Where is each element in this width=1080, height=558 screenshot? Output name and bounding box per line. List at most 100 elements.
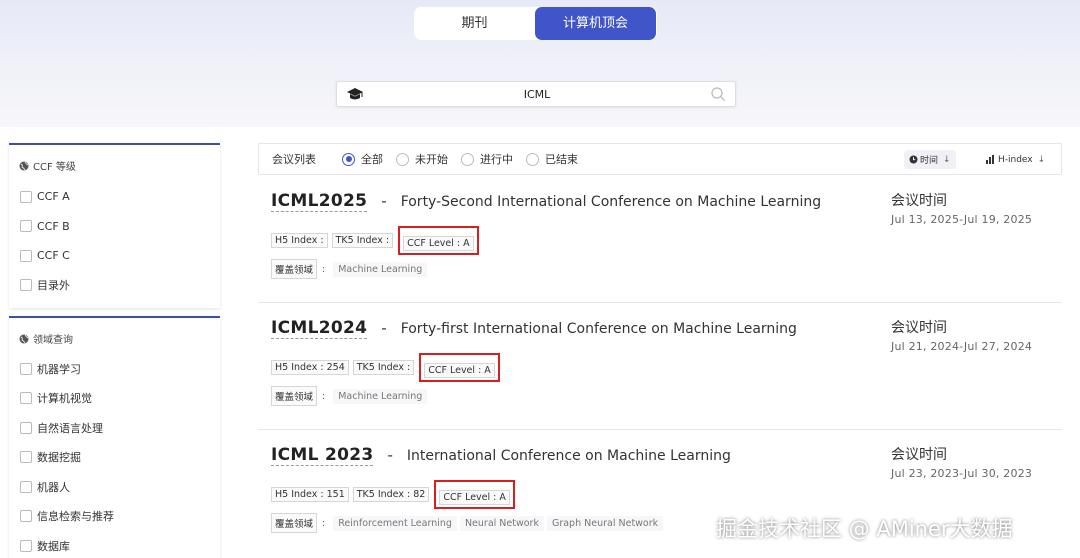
conference-abbr[interactable]: ICML2025	[271, 191, 368, 212]
sort-hindex-label: H-index	[998, 154, 1033, 165]
title-separator: -	[387, 446, 393, 464]
field-label: 覆盖领域	[271, 386, 318, 406]
field-tag[interactable]: Reinforcement Learning	[333, 515, 457, 531]
checkbox-label: CCF C	[37, 249, 70, 263]
filter-ccf-unlisted[interactable]: 目录外	[9, 271, 220, 301]
checkbox[interactable]	[20, 451, 32, 464]
checkbox[interactable]	[20, 539, 32, 552]
checkbox-label: CCF A	[37, 190, 70, 204]
list-label: 会议列表	[272, 153, 316, 166]
checkbox[interactable]	[20, 279, 32, 292]
field-tag[interactable]: Machine Learning	[333, 388, 428, 404]
filter-domain-ml[interactable]: 机器学习	[9, 354, 220, 384]
field-tag[interactable]: Machine Learning	[333, 261, 428, 277]
checkbox[interactable]	[20, 392, 32, 405]
bar-chart-icon	[986, 155, 994, 164]
checkbox[interactable]	[20, 362, 32, 375]
h5-index-badge: H5 Index : 254	[271, 360, 349, 375]
sort-time-label: 时间	[920, 156, 939, 166]
checkbox[interactable]	[20, 190, 32, 203]
conference-abbr[interactable]: ICML 2023	[271, 445, 374, 466]
ccf-level-panel: CCF 等级 CCF A CCF B CCF C 目录外	[9, 143, 220, 308]
time-label: 会议时间	[891, 193, 947, 209]
field-label: 覆盖领域	[271, 513, 318, 533]
filter-ccf-b[interactable]: CCF B	[9, 212, 220, 242]
clock-icon	[909, 155, 918, 164]
conference-abbr[interactable]: ICML2024	[271, 318, 368, 339]
checkbox-label: 自然语言处理	[37, 421, 103, 435]
h5-index-badge: H5 Index : 151	[271, 487, 349, 502]
search-bar	[336, 81, 736, 107]
sort-arrow-icon: ↓	[943, 154, 951, 165]
checkbox-label: CCF B	[37, 219, 70, 233]
radio-button[interactable]	[396, 152, 409, 166]
checkbox-label: 数据挖掘	[37, 451, 81, 465]
conference-name[interactable]: Forty-Second International Conference on…	[401, 194, 821, 210]
field-colon: :	[322, 390, 326, 402]
title-separator: -	[381, 319, 387, 337]
radio-button[interactable]	[461, 152, 474, 166]
radio-ended[interactable]: 已结束	[526, 151, 578, 167]
radio-button[interactable]	[526, 152, 539, 166]
field-tag[interactable]: Neural Network	[459, 515, 544, 531]
checkbox-label: 机器人	[37, 480, 70, 494]
tab-conferences[interactable]: 计算机顶会	[535, 7, 656, 40]
graduation-cap-icon	[347, 88, 363, 100]
search-icon[interactable]	[710, 86, 726, 102]
conference-card: ICML2024 - Forty-first International Con…	[258, 304, 1062, 430]
ccf-level-badge: CCF Level : A	[424, 363, 495, 378]
field-tag[interactable]: Graph Neural Network	[546, 515, 664, 531]
filter-domain-ir[interactable]: 信息检索与推荐	[9, 502, 220, 532]
checkbox-label: 目录外	[37, 279, 70, 293]
filter-domain-dm[interactable]: 数据挖掘	[9, 443, 220, 473]
conference-name[interactable]: International Conference on Machine Lear…	[407, 448, 731, 464]
conference-card: ICML2025 - Forty-Second International Co…	[258, 177, 1062, 303]
radio-label: 进行中	[480, 153, 513, 166]
checkbox[interactable]	[20, 220, 32, 233]
checkbox-label: 计算机视觉	[37, 392, 92, 406]
ccf-highlight-box: CCF Level : A	[434, 480, 515, 509]
time-label: 会议时间	[891, 320, 947, 336]
filter-ccf-a[interactable]: CCF A	[9, 182, 220, 212]
filter-domain-nlp[interactable]: 自然语言处理	[9, 413, 220, 443]
sort-by-hindex-button[interactable]: H-index ↓	[981, 150, 1051, 169]
checkbox[interactable]	[20, 249, 32, 262]
checkbox[interactable]	[20, 421, 32, 434]
filter-domain-cv[interactable]: 计算机视觉	[9, 384, 220, 414]
sort-arrow-icon: ↓	[1037, 154, 1046, 165]
domain-panel-header: 领域查询	[9, 318, 220, 346]
search-input[interactable]	[377, 84, 697, 104]
tk5-index-badge: TK5 Index :	[331, 233, 394, 248]
domain-panel: 领域查询 机器学习 计算机视觉 自然语言处理 数据挖掘 机器人 信息检索与推荐 …	[9, 316, 220, 558]
conference-dates: Jul 23, 2023-Jul 30, 2023	[891, 467, 1033, 480]
filter-domain-robotics[interactable]: 机器人	[9, 472, 220, 502]
time-label: 会议时间	[891, 447, 947, 463]
conference-name[interactable]: Forty-first International Conference on …	[401, 321, 797, 337]
checkbox[interactable]	[20, 510, 32, 523]
radio-all[interactable]: 全部	[342, 151, 383, 167]
sort-by-time-button[interactable]: 时间 ↓	[904, 150, 956, 169]
divider	[258, 302, 1062, 303]
radio-ongoing[interactable]: 进行中	[461, 151, 513, 167]
ccf-panel-title: CCF 等级	[33, 162, 76, 173]
filter-domain-db[interactable]: 数据库	[9, 531, 220, 558]
category-tabs: 期刊 计算机顶会	[414, 7, 657, 40]
radio-button[interactable]	[342, 152, 355, 166]
checkbox-label: 信息检索与推荐	[37, 510, 114, 524]
divider	[258, 429, 1062, 430]
checkbox[interactable]	[20, 480, 32, 493]
field-colon: :	[322, 517, 326, 529]
tk5-index-badge: TK5 Index : 82	[352, 487, 430, 502]
radio-upcoming[interactable]: 未开始	[396, 151, 448, 167]
h5-index-badge: H5 Index :	[271, 233, 328, 248]
watermark: 掘金技术社区 @ AMiner大数据	[716, 517, 1013, 541]
tk5-index-badge: TK5 Index :	[352, 360, 415, 375]
field-label: 覆盖领域	[271, 259, 318, 279]
tab-journals[interactable]: 期刊	[414, 7, 535, 40]
ccf-level-badge: CCF Level : A	[439, 490, 510, 505]
globe-icon	[19, 161, 29, 170]
conference-dates: Jul 13, 2025-Jul 19, 2025	[891, 213, 1033, 226]
checkbox-label: 机器学习	[37, 362, 81, 376]
globe-icon	[19, 334, 29, 343]
filter-ccf-c[interactable]: CCF C	[9, 241, 220, 271]
